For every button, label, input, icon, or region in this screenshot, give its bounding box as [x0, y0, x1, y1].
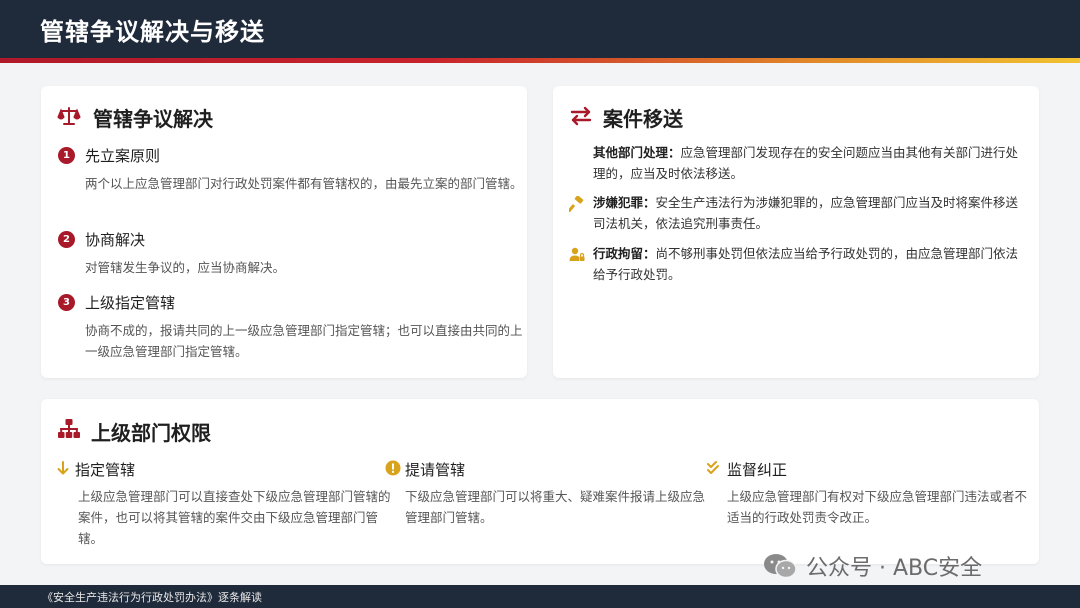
- superior-authority-card: 上级部门权限 指定管辖 上级应急管理部门可以直接查处下级应急管理部门管辖的案件，…: [41, 399, 1039, 564]
- scale-icon: [57, 107, 81, 125]
- header-bar: 管辖争议解决与移送: [0, 0, 1080, 58]
- row-text: 安全生产违法行为涉嫌犯罪的，应急管理部门应当及时将案件移送司法机关，依法追究刑事…: [593, 195, 1019, 231]
- user-lock-icon: [569, 247, 585, 261]
- transfer-arrows-icon: [570, 106, 592, 126]
- page-title: 管辖争议解决与移送: [40, 18, 265, 46]
- row-label: 行政拘留：: [593, 246, 656, 261]
- watermark: 公众号 · ABC安全: [762, 550, 982, 582]
- col-title-request: 提请管辖: [405, 461, 466, 479]
- case-transfer-card: 案件移送 其他部门处理：应急管理部门发现存在的安全问题应当由其他有关部门进行处理…: [553, 86, 1039, 378]
- card-title: 案件移送: [603, 107, 683, 131]
- transfer-row-administrative-detention: 行政拘留：尚不够刑事处罚但依法应当给予行政处罚的，由应急管理部门依法给予行政处罚…: [593, 243, 1023, 285]
- header-stripe: [0, 58, 1080, 63]
- card-title: 管辖争议解决: [93, 107, 213, 131]
- step-number-2: 2: [58, 231, 75, 248]
- step-number-3: 3: [58, 294, 75, 311]
- footer-bar: 《安全生产违法行为行政处罚办法》逐条解读: [0, 585, 1080, 608]
- transfer-row-suspected-crime: 涉嫌犯罪：安全生产违法行为涉嫌犯罪的，应急管理部门应当及时将案件移送司法机关，依…: [593, 192, 1023, 234]
- double-check-icon: [707, 461, 719, 474]
- row-label: 涉嫌犯罪：: [593, 195, 656, 210]
- step-title-2: 协商解决: [85, 231, 146, 249]
- step-title-3: 上级指定管辖: [85, 294, 176, 312]
- step-desc-2: 对管辖发生争议的，应当协商解决。: [85, 260, 286, 275]
- col-title-designated: 指定管辖: [75, 461, 136, 479]
- jurisdiction-dispute-card: 管辖争议解决 1 先立案原则 两个以上应急管理部门对行政处罚案件都有管辖权的，由…: [41, 86, 527, 378]
- col-desc-supervise: 上级应急管理部门有权对下级应急管理部门违法或者不适当的行政处罚责令改正。: [727, 489, 1028, 525]
- info-circle-icon: [385, 460, 401, 476]
- col-title-supervise: 监督纠正: [727, 461, 788, 479]
- wechat-icon: [764, 554, 797, 579]
- step-title-1: 先立案原则: [85, 147, 161, 165]
- org-chart-icon: [58, 419, 80, 438]
- step-desc-1: 两个以上应急管理部门对行政处罚案件都有管辖权的，由最先立案的部门管辖。: [85, 176, 523, 191]
- footer-text: 《安全生产违法行为行政处罚办法》逐条解读: [42, 591, 262, 604]
- transfer-row-other-departments: 其他部门处理：应急管理部门发现存在的安全问题应当由其他有关部门进行处理的，应当及…: [593, 142, 1023, 184]
- watermark-text: 公众号 · ABC安全: [806, 556, 983, 581]
- arrow-down-icon: [57, 461, 69, 475]
- row-text: 尚不够刑事处罚但依法应当给予行政处罚的，由应急管理部门依法给予行政处罚。: [593, 246, 1019, 282]
- col-desc-designated: 上级应急管理部门可以直接查处下级应急管理部门管辖的案件，也可以将其管辖的案件交由…: [78, 489, 391, 546]
- step-desc-3: 协商不成的，报请共同的上一级应急管理部门指定管辖；也可以直接由共同的上一级应急管…: [85, 323, 523, 359]
- col-desc-request: 下级应急管理部门可以将重大、疑难案件报请上级应急管理部门管辖。: [405, 489, 706, 525]
- card-title: 上级部门权限: [91, 421, 211, 445]
- hammer-icon: [569, 196, 584, 212]
- row-label: 其他部门处理：: [593, 145, 681, 160]
- step-number-1: 1: [58, 147, 75, 164]
